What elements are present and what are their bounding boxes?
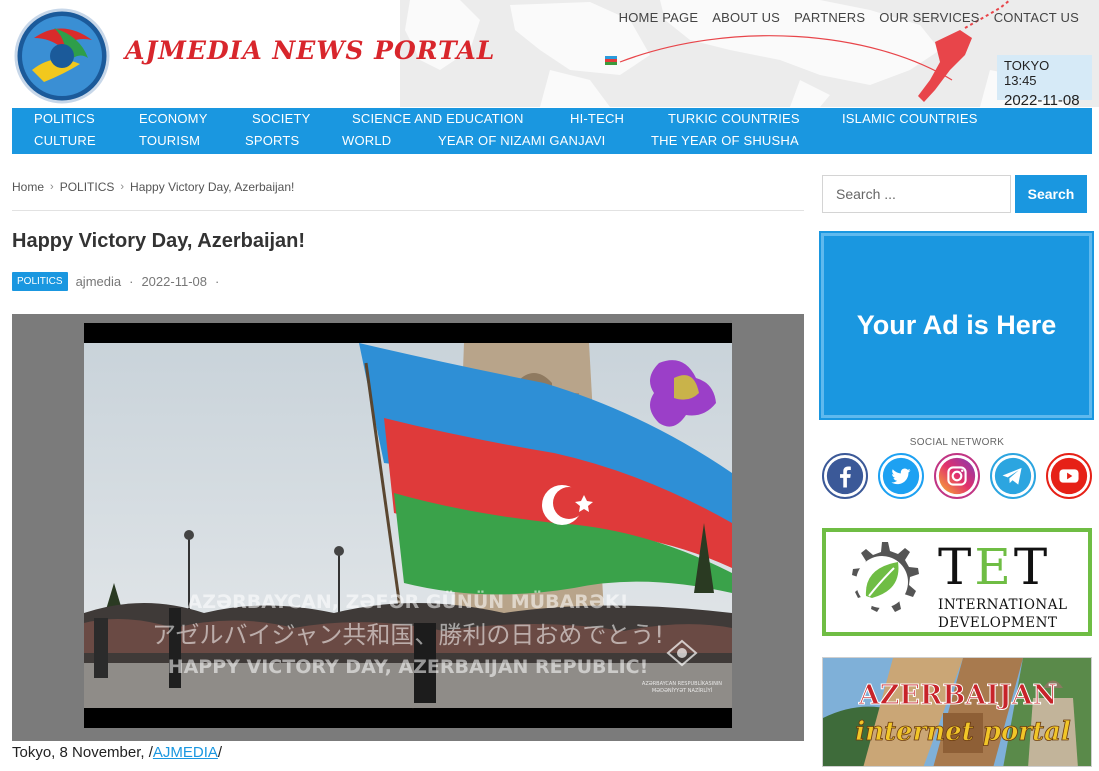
category-science-and-education[interactable]: SCIENCE AND EDUCATION xyxy=(352,111,524,126)
category-society[interactable]: SOCIETY xyxy=(252,111,310,126)
breadcrumb-politics[interactable]: POLITICS xyxy=(60,180,115,194)
facebook-icon[interactable] xyxy=(822,453,868,499)
twitter-icon[interactable] xyxy=(878,453,924,499)
category-world[interactable]: WORLD xyxy=(342,133,391,148)
breadcrumb-home[interactable]: Home xyxy=(12,180,44,194)
video-player[interactable]: AZƏRBAYCAN, ZƏFƏR GÜNÜN MÜBARƏK! アゼルバイジャ… xyxy=(84,323,732,728)
watermark-line-1: AZƏRBAYCAN RESPUBLİKASININ xyxy=(642,680,722,687)
tokyo-time: TOKYO 13:45 xyxy=(1004,58,1050,88)
nav-contact-us[interactable]: CONTACT US xyxy=(994,10,1079,25)
breadcrumb: Home › POLITICS › Happy Victory Day, Aze… xyxy=(12,180,294,194)
site-header: AJMEDIA NEWS PORTAL HOME PAGE ABOUT US P… xyxy=(0,0,1099,107)
category-sports[interactable]: SPORTS xyxy=(245,133,299,148)
nav-home-page[interactable]: HOME PAGE xyxy=(619,10,699,25)
site-title[interactable]: AJMEDIA NEWS PORTAL xyxy=(125,36,495,65)
category-year-of-nizami-ganjavi[interactable]: YEAR OF NIZAMI GANJAVI xyxy=(438,133,605,148)
aip-title: AZERBAIJAN xyxy=(858,680,1057,711)
category-economy[interactable]: ECONOMY xyxy=(139,111,208,126)
tet-letter-e: E xyxy=(974,538,1014,596)
video-overlay-japanese: アゼルバイジャン共和国、勝利の日おめでとう! xyxy=(152,621,664,649)
tet-international-banner[interactable]: TET INTERNATIONAL DEVELOPMENT xyxy=(822,528,1092,636)
tet-subtitle: INTERNATIONAL DEVELOPMENT xyxy=(938,596,1067,632)
youtube-icon[interactable] xyxy=(1046,453,1092,499)
divider xyxy=(12,210,804,211)
video-container: AZƏRBAYCAN, ZƏFƏR GÜNÜN MÜBARƏK! アゼルバイジャ… xyxy=(12,314,804,741)
tet-letter-t2: T xyxy=(1013,538,1051,596)
post-date: 2022-11-08 xyxy=(141,274,207,289)
caption-ajmedia-link[interactable]: AJMEDIA xyxy=(153,744,218,761)
video-overlay-azerbaijani: AZƏRBAYCAN, ZƏFƏR GÜNÜN MÜBARƏK! xyxy=(188,589,629,613)
tokyo-date: 2022-11-08 xyxy=(1004,92,1080,107)
nav-about-us[interactable]: ABOUT US xyxy=(712,10,780,25)
search-button[interactable]: Search xyxy=(1015,175,1087,213)
meta-dot: · xyxy=(129,274,134,289)
caption-suffix: / xyxy=(217,744,223,761)
ad-banner[interactable]: Your Ad is Here xyxy=(819,231,1094,420)
post-meta: POLITICS ajmedia · 2022-11-08 · xyxy=(12,272,219,291)
nav-partners[interactable]: PARTNERS xyxy=(794,10,865,25)
category-turkic-countries[interactable]: TURKIC COUNTRIES xyxy=(668,111,800,126)
category-badge[interactable]: POLITICS xyxy=(12,272,68,291)
category-hi-tech[interactable]: HI-TECH xyxy=(570,111,624,126)
caption-prefix: Tokyo, 8 November, / xyxy=(12,744,153,761)
ajmedia-logo[interactable] xyxy=(14,8,110,104)
video-overlay-english: HAPPY VICTORY DAY, AZERBAIJAN REPUBLIC! xyxy=(168,656,649,678)
ad-text: Your Ad is Here xyxy=(856,310,1057,340)
meta-dot: · xyxy=(215,274,220,289)
tokyo-clock: TOKYO 13:45 2022-11-08 xyxy=(997,55,1092,107)
category-politics[interactable]: POLITICS xyxy=(34,111,95,126)
azerbaijan-internet-portal-banner[interactable]: AZERBAIJAN internet portal xyxy=(822,657,1092,767)
post-title: Happy Victory Day, Azerbaijan! xyxy=(12,230,306,252)
tet-line-international: INTERNATIONAL xyxy=(938,597,1068,613)
telegram-icon[interactable] xyxy=(990,453,1036,499)
video-frame: AZƏRBAYCAN, ZƏFƏR GÜNÜN MÜBARƏK! アゼルバイジャ… xyxy=(84,323,732,728)
breadcrumb-current: Happy Victory Day, Azerbaijan! xyxy=(130,180,295,194)
nav-our-services[interactable]: OUR SERVICES xyxy=(879,10,979,25)
category-islamic-countries[interactable]: ISLAMIC COUNTRIES xyxy=(842,111,978,126)
watermark-line-2: MƏDƏNİYYƏT NAZİRLİYİ xyxy=(652,687,712,694)
tet-letters: TET xyxy=(938,538,1050,596)
social-links xyxy=(822,453,1092,499)
post-author[interactable]: ajmedia xyxy=(76,274,122,289)
category-culture[interactable]: CULTURE xyxy=(34,133,96,148)
category-tourism[interactable]: TOURISM xyxy=(139,133,200,148)
category-navigation: POLITICS ECONOMY SOCIETY SCIENCE AND EDU… xyxy=(12,108,1092,154)
chevron-right-icon: › xyxy=(50,181,54,193)
aip-subtitle: internet portal xyxy=(855,717,1071,747)
social-network-title: SOCIAL NETWORK xyxy=(909,437,1005,448)
chevron-right-icon: › xyxy=(120,181,125,193)
post-caption: Tokyo, 8 November, /AJMEDIA/ xyxy=(12,744,222,761)
gear-leaf-icon xyxy=(852,542,919,612)
azerbaijan-portal-image: AZERBAIJAN internet portal xyxy=(823,658,1091,766)
category-the-year-of-shusha[interactable]: THE YEAR OF SHUSHA xyxy=(651,133,799,148)
instagram-icon[interactable] xyxy=(934,453,980,499)
tet-letter-t1: T xyxy=(938,538,975,596)
tet-line-development: DEVELOPMENT xyxy=(938,615,1058,631)
search-input[interactable] xyxy=(822,175,1011,213)
top-navigation: HOME PAGE ABOUT US PARTNERS OUR SERVICES… xyxy=(619,10,1079,25)
